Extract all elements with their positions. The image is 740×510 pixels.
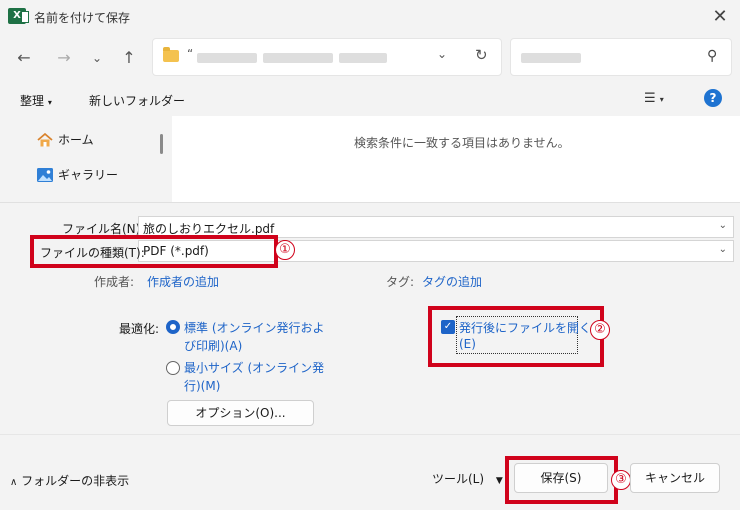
new-folder-button[interactable]: 新しいフォルダー: [89, 92, 185, 109]
title-bar: X 名前を付けて保存 ✕: [0, 0, 740, 34]
step-badge-3: ③: [611, 470, 631, 490]
step-badge-2: ②: [590, 320, 610, 340]
view-options-icon[interactable]: ☰ ▾: [644, 91, 664, 106]
divider: [0, 434, 740, 435]
nav-item-label: ギャラリー: [58, 168, 119, 182]
nav-item-label: ホーム: [58, 133, 94, 147]
tools-menu[interactable]: ツール(L) ▼: [432, 470, 503, 487]
chevron-down-icon[interactable]: ⌄: [719, 220, 727, 231]
add-tag-link[interactable]: タグの追加: [422, 273, 482, 290]
radio-minimum-label-2[interactable]: 行)(M): [184, 377, 220, 394]
blurred-path: [197, 53, 257, 63]
back-arrow-icon[interactable]: ←: [12, 46, 36, 70]
chevron-down-icon[interactable]: ⌄: [719, 244, 727, 255]
open-after-label[interactable]: 発行後にファイルを開く: [459, 319, 591, 336]
tag-label: タグ:: [386, 275, 415, 289]
close-icon[interactable]: ✕: [706, 6, 734, 28]
excel-logo-icon: X: [8, 8, 29, 24]
address-bar[interactable]: “ ⌄ ↻: [152, 38, 502, 76]
window-title: 名前を付けて保存: [34, 11, 131, 25]
author-label: 作成者:: [94, 275, 135, 289]
organize-menu[interactable]: 整理 ▾: [20, 92, 52, 109]
open-after-label-2[interactable]: (E): [459, 337, 476, 351]
cancel-button[interactable]: キャンセル: [630, 463, 720, 493]
radio-standard[interactable]: [166, 320, 180, 334]
folder-icon: [163, 47, 179, 62]
help-icon[interactable]: ?: [704, 89, 722, 107]
file-list-area[interactable]: [172, 116, 740, 202]
save-button[interactable]: 保存(S): [514, 463, 608, 493]
radio-minimum-label[interactable]: 最小サイズ (オンライン発: [184, 359, 324, 376]
step-badge-1: ①: [275, 240, 295, 260]
radio-standard-label-2[interactable]: び印刷)(A): [184, 337, 242, 354]
optimize-label: 最適化:: [119, 322, 160, 336]
address-dropdown-icon[interactable]: ⌄: [437, 47, 447, 61]
open-after-checkbox[interactable]: ✓: [441, 320, 455, 334]
options-button[interactable]: オプション(O)...: [167, 400, 314, 426]
up-arrow-icon[interactable]: ↑: [117, 46, 141, 70]
blurred-path: [263, 53, 333, 63]
address-prefix: “: [187, 47, 194, 61]
home-icon: [37, 132, 53, 147]
divider: [0, 202, 740, 203]
chevron-down-icon[interactable]: ⌄: [85, 46, 109, 70]
highlight-box-1: [30, 235, 278, 268]
nav-scrollbar[interactable]: [160, 134, 163, 154]
search-input[interactable]: ⚲: [510, 38, 732, 76]
dropdown-arrow-icon: ▼: [495, 476, 503, 486]
blurred-path: [339, 53, 387, 63]
radio-minimum[interactable]: [166, 361, 180, 375]
forward-arrow-icon[interactable]: →: [52, 46, 76, 70]
radio-standard-label[interactable]: 標準 (オンライン発行およ: [184, 319, 325, 336]
hide-folders-toggle[interactable]: ∧ フォルダーの非表示: [10, 472, 129, 489]
blurred-search-placeholder: [521, 53, 581, 63]
refresh-icon[interactable]: ↻: [475, 46, 488, 64]
search-icon[interactable]: ⚲: [707, 48, 717, 64]
empty-results-message: 検索条件に一致する項目はありません。: [354, 136, 570, 150]
add-author-link[interactable]: 作成者の追加: [147, 273, 219, 290]
gallery-icon: [37, 168, 53, 182]
chevron-up-icon: ∧: [10, 477, 18, 488]
